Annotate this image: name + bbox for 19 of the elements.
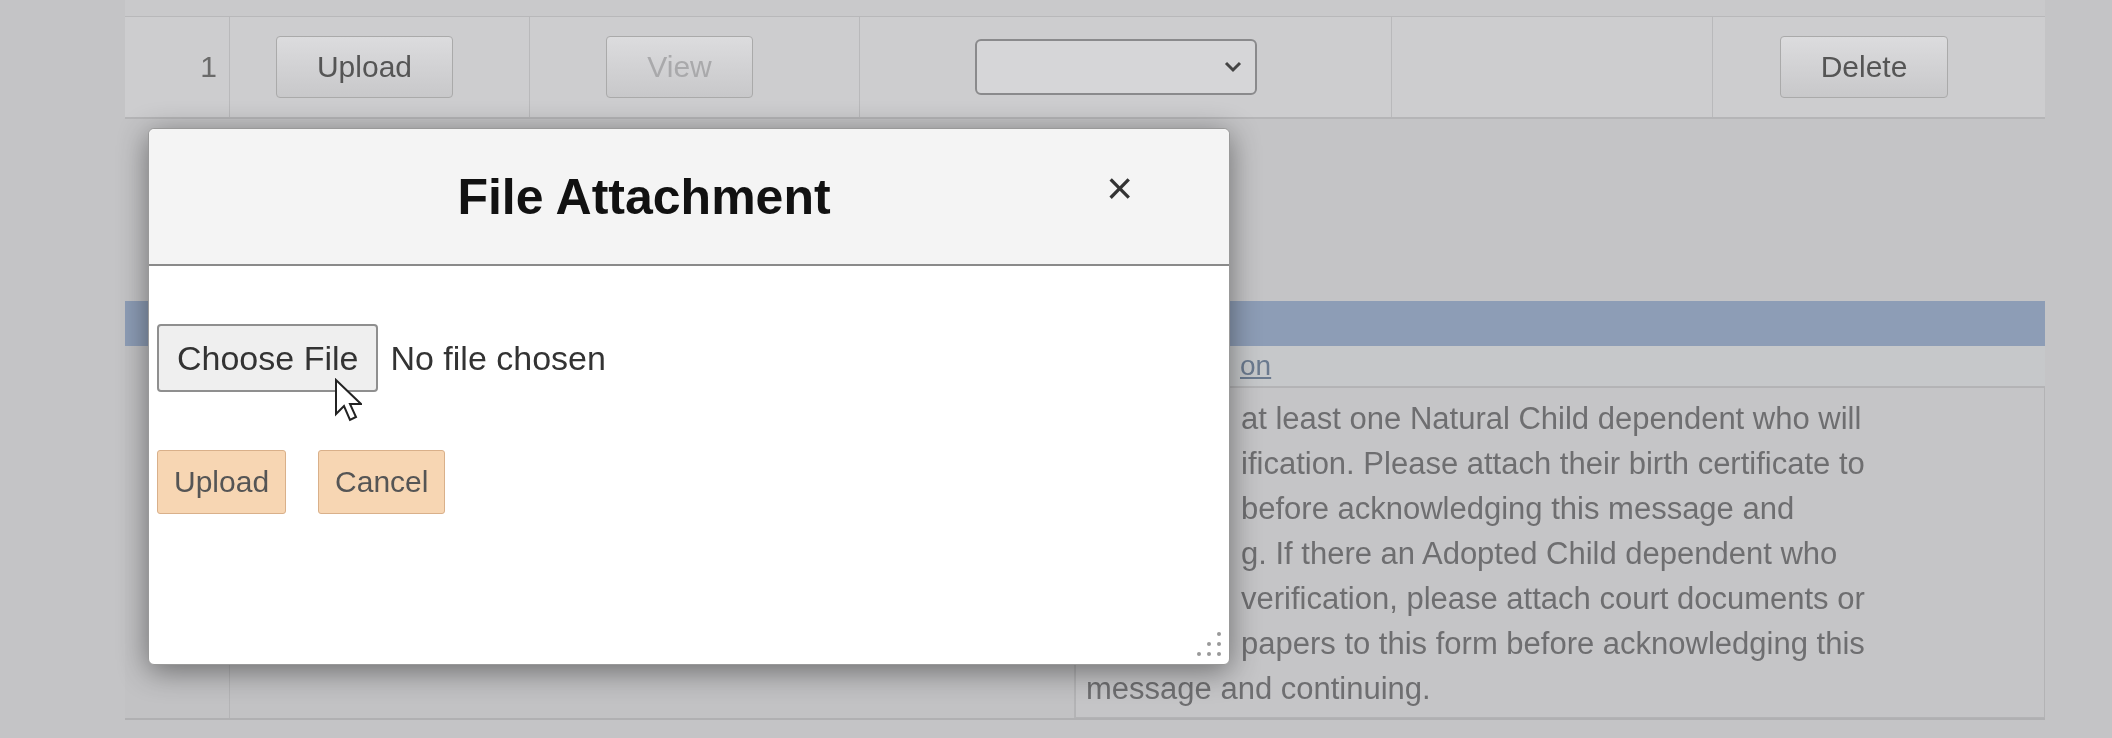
message-line: message and continuing. (1086, 670, 1431, 708)
close-button[interactable]: × (1100, 161, 1139, 215)
chevron-down-icon (1223, 60, 1243, 74)
dropdown[interactable] (975, 39, 1257, 95)
row-number: 1 (200, 50, 217, 84)
message-line: before acknowledging this message and (1241, 490, 1795, 528)
message-line: at least one Natural Child dependent who will (1241, 400, 1862, 438)
upload-button[interactable]: Upload (157, 450, 287, 514)
pointer-icon (334, 378, 362, 422)
dialog-title: File Attachment (457, 167, 832, 226)
delete-button[interactable]: Delete (1779, 36, 1949, 98)
cancel-button[interactable]: Cancel (318, 450, 446, 514)
upload-button[interactable]: Upload (275, 36, 454, 98)
choose-file-button[interactable]: Choose File (157, 324, 379, 392)
message-line: verification, please attach court documents or (1241, 580, 1865, 618)
message-line: g. If there an Adopted Child dependent who (1241, 535, 1838, 573)
message-line: papers to this form before acknowledging this (1241, 625, 1865, 663)
file-status-text: No file chosen (390, 338, 606, 378)
message-line: ification. Please attach their birth certificate to (1241, 445, 1865, 483)
